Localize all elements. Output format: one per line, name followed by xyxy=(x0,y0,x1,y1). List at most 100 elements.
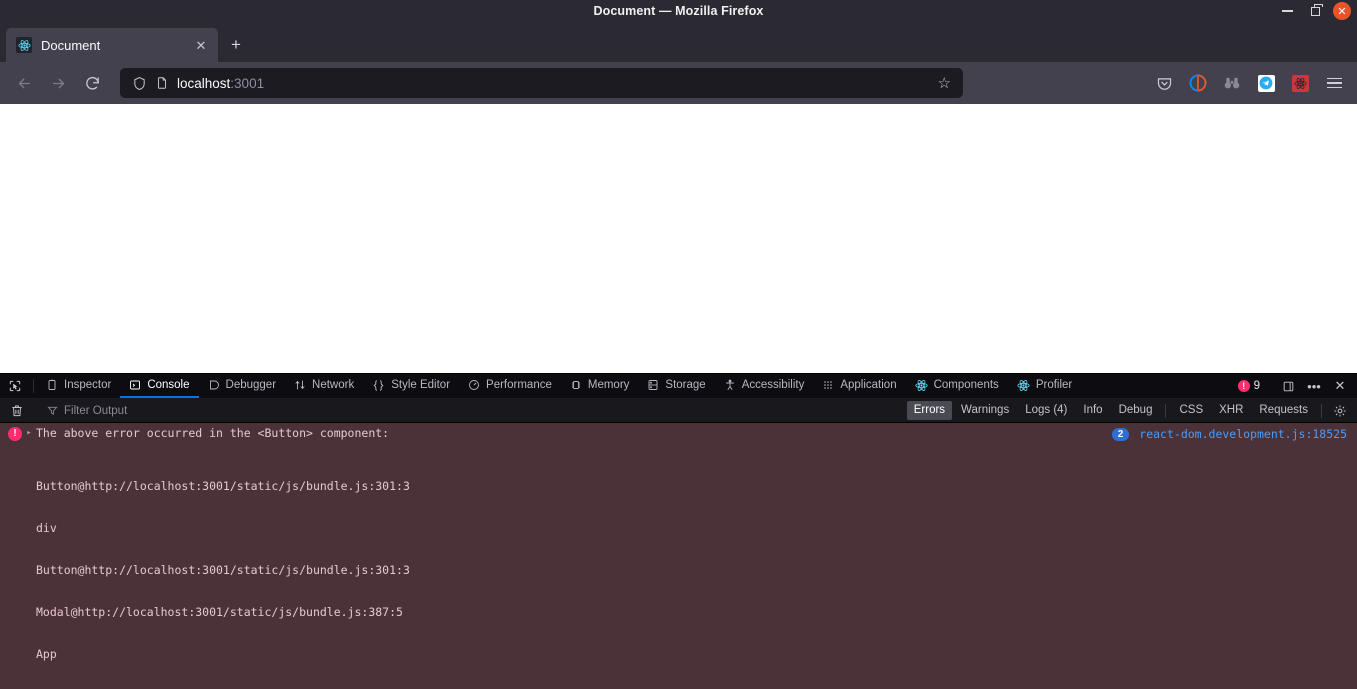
url-bar[interactable]: localhost:3001 ☆ xyxy=(120,68,963,98)
window-title: Document — Mozilla Firefox xyxy=(593,4,764,18)
shield-icon[interactable] xyxy=(132,76,147,91)
tab-label: Inspector xyxy=(64,379,112,391)
tab-label: Accessibility xyxy=(741,379,805,391)
network-icon xyxy=(295,380,305,390)
error-icon: ! xyxy=(1237,380,1250,392)
repeat-count-badge: 2 xyxy=(1111,427,1130,441)
stack-line: Button@http://localhost:3001/static/js/b… xyxy=(36,563,410,577)
filter-xhr-button[interactable]: XHR xyxy=(1212,401,1250,420)
react-icon xyxy=(1017,379,1030,391)
pocket-icon[interactable] xyxy=(1149,68,1179,98)
node-picker-icon[interactable] xyxy=(0,374,30,398)
react-glyph xyxy=(1291,74,1309,92)
filter-css-button[interactable]: CSS xyxy=(1172,401,1210,420)
window-close-button[interactable]: ✕ xyxy=(1333,2,1351,20)
window-controls: ✕ xyxy=(1273,0,1357,22)
bookmark-star-icon[interactable]: ☆ xyxy=(934,74,955,92)
performance-icon xyxy=(469,380,479,390)
console-stack-lines: Button@http://localhost:3001/static/js/b… xyxy=(0,441,1357,689)
filter-warnings-button[interactable]: Warnings xyxy=(954,401,1016,420)
application-icon xyxy=(824,381,833,389)
console-settings-button[interactable] xyxy=(1327,398,1353,423)
tab-close-icon[interactable]: ✕ xyxy=(192,36,210,54)
clear-console-button[interactable] xyxy=(4,400,30,422)
url-port: :3001 xyxy=(230,75,265,91)
trash-icon xyxy=(12,405,22,416)
devtools-meatball-menu[interactable]: ••• xyxy=(1301,374,1327,399)
console-filter-buttons: Errors Warnings Logs (4) Info Debug CSS … xyxy=(906,398,1353,423)
forward-button[interactable] xyxy=(42,68,74,98)
stack-line: Modal@http://localhost:3001/static/js/bu… xyxy=(36,605,403,619)
gear-icon xyxy=(1334,404,1346,417)
browser-tab[interactable]: Document ✕ xyxy=(6,28,218,62)
filter-divider xyxy=(1165,403,1167,418)
devtools-tabbar: Inspector Console Debugger Network Style… xyxy=(0,374,1357,399)
devtools-panel: Inspector Console Debugger Network Style… xyxy=(0,373,1357,689)
error-count-badge[interactable]: ! 9 xyxy=(1230,380,1268,392)
devtools-tab-inspector[interactable]: Inspector xyxy=(37,374,120,398)
filter-output-input[interactable]: Filter Output xyxy=(37,405,127,417)
inspector-icon xyxy=(48,379,56,390)
new-tab-button[interactable]: + xyxy=(221,30,251,60)
reload-button[interactable] xyxy=(76,68,108,98)
window-minimize-button[interactable] xyxy=(1273,0,1301,22)
tab-label: Storage xyxy=(665,379,706,391)
devtools-tab-components[interactable]: Components xyxy=(906,374,1008,398)
console-filter-bar: Filter Output Errors Warnings Logs (4) I… xyxy=(0,399,1357,423)
storage-icon xyxy=(648,380,658,390)
dock-icon xyxy=(1283,381,1293,391)
back-button[interactable] xyxy=(8,68,40,98)
memory-icon xyxy=(571,381,580,389)
devtools-tab-application[interactable]: Application xyxy=(813,374,905,398)
stack-line: div xyxy=(36,521,57,535)
devtools-tab-performance[interactable]: Performance xyxy=(459,374,561,398)
page-content xyxy=(0,104,1357,373)
console-output[interactable]: ! ▸ The above error occurred in the <But… xyxy=(0,423,1357,689)
filter-debug-button[interactable]: Debug xyxy=(1112,401,1160,420)
accessibility-icon xyxy=(725,379,734,390)
tab-label: Components xyxy=(933,379,999,391)
sync-circle-icon[interactable] xyxy=(1183,68,1213,98)
filter-info-button[interactable]: Info xyxy=(1076,401,1109,420)
maximize-icon xyxy=(1310,3,1323,16)
tab-label: Performance xyxy=(486,379,552,391)
tab-label: Memory xyxy=(587,379,630,391)
arrow-right-icon xyxy=(52,78,64,88)
tab-label: Profiler xyxy=(1035,379,1073,391)
filter-placeholder: Filter Output xyxy=(64,404,128,417)
source-location-link[interactable]: react-dom.development.js:18525 xyxy=(1139,427,1347,441)
console-message-meta: 2 react-dom.development.js:18525 xyxy=(1111,427,1347,441)
dock-position-button[interactable] xyxy=(1275,374,1301,399)
filter-requests-button[interactable]: Requests xyxy=(1252,401,1315,420)
filter-logs-button[interactable]: Logs (4) xyxy=(1018,401,1074,420)
filter-errors-button[interactable]: Errors xyxy=(906,401,953,420)
devtools-tab-network[interactable]: Network xyxy=(285,374,363,398)
devtools-tab-accessibility[interactable]: Accessibility xyxy=(715,374,814,398)
devtools-tab-console[interactable]: Console xyxy=(120,374,199,398)
devtools-tab-storage[interactable]: Storage xyxy=(638,374,714,398)
devtools-tab-memory[interactable]: Memory xyxy=(561,374,639,398)
url-host: localhost xyxy=(177,75,231,91)
minimize-icon xyxy=(1281,10,1293,12)
expand-twisty-icon[interactable]: ▸ xyxy=(22,426,36,438)
binoculars-icon[interactable] xyxy=(1217,68,1247,98)
error-count: 9 xyxy=(1253,380,1260,392)
console-message-error[interactable]: ! ▸ The above error occurred in the <But… xyxy=(0,423,1357,689)
hamburger-glyph xyxy=(1326,77,1342,89)
tab-label: Debugger xyxy=(225,379,277,391)
devtools-tab-profiler[interactable]: Profiler xyxy=(1008,374,1081,398)
style-editor-icon xyxy=(373,379,384,391)
devtools-tabbar-right: ! 9 ••• ✕ xyxy=(1230,374,1357,398)
page-info-icon[interactable] xyxy=(155,76,169,90)
window-maximize-button[interactable] xyxy=(1301,0,1329,22)
devtools-tab-debugger[interactable]: Debugger xyxy=(199,374,286,398)
stack-line: App xyxy=(36,647,57,661)
devtools-tab-style-editor[interactable]: Style Editor xyxy=(363,374,459,398)
console-icon xyxy=(130,380,141,390)
telegram-extension-icon[interactable] xyxy=(1251,68,1281,98)
app-menu-icon[interactable] xyxy=(1319,68,1349,98)
console-message-text: The above error occurred in the <Button>… xyxy=(36,426,390,440)
devtools-close-button[interactable]: ✕ xyxy=(1327,374,1353,399)
react-devtools-extension-icon[interactable] xyxy=(1285,68,1315,98)
tab-strip: Document ✕ + xyxy=(0,22,1357,62)
